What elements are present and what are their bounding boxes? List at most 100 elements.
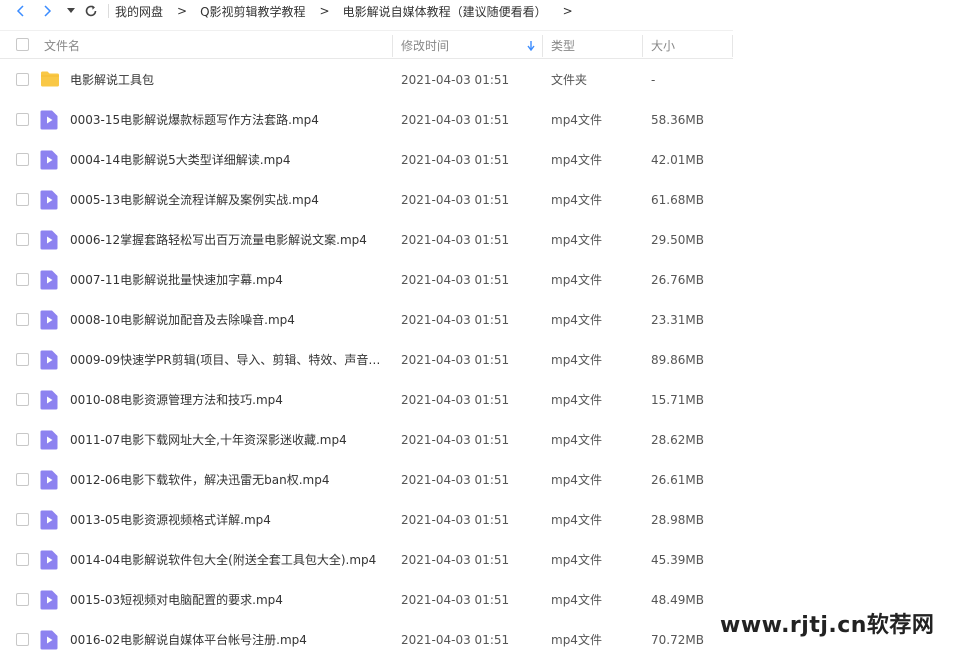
file-size: 28.98MB: [651, 513, 704, 527]
video-file-icon: [40, 630, 58, 653]
row-checkbox[interactable]: [16, 633, 29, 646]
back-button[interactable]: [10, 0, 32, 22]
breadcrumb-trailing-arrow[interactable]: >: [563, 4, 573, 18]
chevron-right-icon: [44, 5, 52, 17]
file-name[interactable]: 0015-03短视频对电脑配置的要求.mp4: [70, 580, 283, 620]
row-checkbox[interactable]: [16, 113, 29, 126]
column-divider: [642, 35, 643, 57]
video-file-icon: [40, 230, 58, 253]
file-name[interactable]: 0011-07电影下载网址大全,十年资深影迷收藏.mp4: [70, 420, 347, 460]
file-modified-time: 2021-04-03 01:51: [401, 113, 510, 127]
file-modified-time: 2021-04-03 01:51: [401, 273, 510, 287]
row-checkbox[interactable]: [16, 513, 29, 526]
select-all-checkbox[interactable]: [16, 38, 29, 51]
file-row[interactable]: 0008-10电影解说加配音及去除噪音.mp4 2021-04-03 01:51 m…: [0, 300, 955, 340]
file-row[interactable]: 0003-15电影解说爆款标题写作方法套路.mp4 2021-04-03 01:5…: [0, 100, 955, 140]
file-name[interactable]: 0012-06电影下载软件，解决迅雷无ban权.mp4: [70, 460, 329, 500]
nav-divider: [108, 4, 109, 18]
breadcrumb-current[interactable]: 电影解说自媒体教程（建议随便看看）: [343, 3, 547, 20]
history-dropdown-button[interactable]: [64, 0, 78, 22]
column-header-size[interactable]: 大小: [651, 31, 731, 59]
file-modified-time: 2021-04-03 01:51: [401, 313, 510, 327]
video-file-icon: [40, 590, 58, 613]
file-type: mp4文件: [551, 593, 602, 607]
file-name[interactable]: 0007-11电影解说批量快速加字幕.mp4: [70, 260, 283, 300]
row-checkbox[interactable]: [16, 433, 29, 446]
file-row[interactable]: 0011-07电影下载网址大全,十年资深影迷收藏.mp4 2021-04-03 0…: [0, 420, 955, 460]
file-name[interactable]: 0005-13电影解说全流程详解及案例实战.mp4: [70, 180, 319, 220]
file-row[interactable]: 0010-08电影资源管理方法和技巧.mp4 2021-04-03 01:51 mp…: [0, 380, 955, 420]
file-name[interactable]: 0013-05电影资源视频格式详解.mp4: [70, 500, 271, 540]
file-name[interactable]: 0009-09快速学PR剪辑(项目、导入、剪辑、特效、声音…: [70, 340, 380, 380]
sort-descending-icon: [527, 41, 535, 51]
file-type: mp4文件: [551, 313, 602, 327]
file-size: 26.61MB: [651, 473, 704, 487]
breadcrumb-separator: >: [177, 4, 188, 18]
row-checkbox[interactable]: [16, 73, 29, 86]
video-file-icon: [40, 390, 58, 413]
file-type: mp4文件: [551, 433, 602, 447]
file-size: 42.01MB: [651, 153, 704, 167]
row-checkbox[interactable]: [16, 473, 29, 486]
file-type: 文件夹: [551, 73, 588, 87]
breadcrumb-root[interactable]: 我的网盘: [115, 3, 163, 20]
file-name[interactable]: 0016-02电影解说自媒体平台帐号注册.mp4: [70, 620, 307, 660]
file-size: 26.76MB: [651, 273, 704, 287]
file-type: mp4文件: [551, 513, 602, 527]
file-type: mp4文件: [551, 633, 602, 647]
file-name[interactable]: 电影解说工具包: [70, 60, 154, 100]
file-row[interactable]: 电影解说工具包 2021-04-03 01:51 文件夹 -: [0, 60, 955, 100]
file-size: 15.71MB: [651, 393, 704, 407]
file-size: 70.72MB: [651, 633, 704, 647]
file-row[interactable]: 0012-06电影下载软件，解决迅雷无ban权.mp4 2021-04-03 01…: [0, 460, 955, 500]
row-checkbox[interactable]: [16, 353, 29, 366]
file-row[interactable]: 0009-09快速学PR剪辑(项目、导入、剪辑、特效、声音… 2021-04-03…: [0, 340, 955, 380]
file-row[interactable]: 0006-12掌握套路轻松写出百万流量电影解说文案.mp4 2021-04-03 …: [0, 220, 955, 260]
video-file-icon: [40, 310, 58, 333]
row-checkbox[interactable]: [16, 153, 29, 166]
file-type: mp4文件: [551, 113, 602, 127]
file-modified-time: 2021-04-03 01:51: [401, 233, 510, 247]
file-type: mp4文件: [551, 553, 602, 567]
file-type: mp4文件: [551, 473, 602, 487]
refresh-button[interactable]: [80, 0, 102, 22]
file-row[interactable]: 0013-05电影资源视频格式详解.mp4 2021-04-03 01:51 mp4…: [0, 500, 955, 540]
file-type: mp4文件: [551, 153, 602, 167]
forward-button[interactable]: [36, 0, 58, 22]
file-row[interactable]: 0004-14电影解说5大类型详细解读.mp4 2021-04-03 01:51 m…: [0, 140, 955, 180]
file-name[interactable]: 0008-10电影解说加配音及去除噪音.mp4: [70, 300, 295, 340]
file-name[interactable]: 0004-14电影解说5大类型详细解读.mp4: [70, 140, 291, 180]
column-header-name[interactable]: 文件名: [44, 31, 390, 59]
file-name[interactable]: 0003-15电影解说爆款标题写作方法套路.mp4: [70, 100, 319, 140]
file-size: -: [651, 73, 656, 87]
file-name[interactable]: 0010-08电影资源管理方法和技巧.mp4: [70, 380, 283, 420]
file-name[interactable]: 0014-04电影解说软件包大全(附送全套工具包大全).mp4: [70, 540, 376, 580]
file-size: 29.50MB: [651, 233, 704, 247]
row-checkbox[interactable]: [16, 313, 29, 326]
breadcrumb-folder[interactable]: Q影视剪辑教学教程: [200, 3, 305, 20]
row-checkbox[interactable]: [16, 193, 29, 206]
row-checkbox[interactable]: [16, 273, 29, 286]
column-divider: [392, 35, 393, 57]
column-header-modified[interactable]: 修改时间: [401, 31, 541, 59]
file-row[interactable]: 0005-13电影解说全流程详解及案例实战.mp4 2021-04-03 01:5…: [0, 180, 955, 220]
row-checkbox[interactable]: [16, 593, 29, 606]
file-name[interactable]: 0006-12掌握套路轻松写出百万流量电影解说文案.mp4: [70, 220, 367, 260]
file-modified-time: 2021-04-03 01:51: [401, 593, 510, 607]
watermark: www.rjtj.cn软荐网: [720, 613, 935, 638]
refresh-icon: [85, 5, 97, 17]
file-type: mp4文件: [551, 233, 602, 247]
file-modified-time: 2021-04-03 01:51: [401, 473, 510, 487]
row-checkbox[interactable]: [16, 233, 29, 246]
breadcrumb-separator: >: [319, 4, 330, 18]
column-header-type[interactable]: 类型: [551, 31, 641, 59]
file-list: 电影解说工具包 2021-04-03 01:51 文件夹 - 0003-15电影解说爆款…: [0, 60, 955, 660]
file-modified-time: 2021-04-03 01:51: [401, 353, 510, 367]
file-type: mp4文件: [551, 273, 602, 287]
column-size-label: 大小: [651, 38, 676, 53]
column-type-label: 类型: [551, 38, 576, 53]
file-row[interactable]: 0007-11电影解说批量快速加字幕.mp4 2021-04-03 01:51 mp…: [0, 260, 955, 300]
row-checkbox[interactable]: [16, 553, 29, 566]
row-checkbox[interactable]: [16, 393, 29, 406]
file-row[interactable]: 0014-04电影解说软件包大全(附送全套工具包大全).mp4 2021-04-0…: [0, 540, 955, 580]
